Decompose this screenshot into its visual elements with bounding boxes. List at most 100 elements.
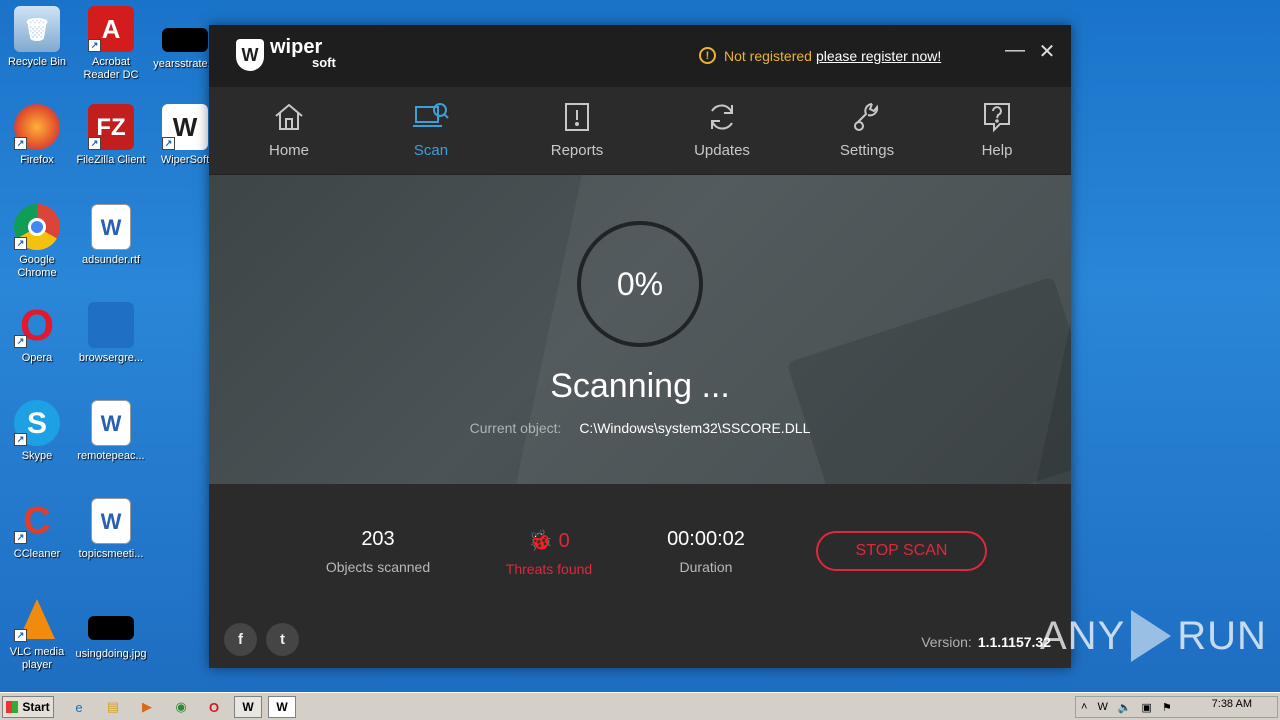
desktop-icon-label: Firefox bbox=[20, 154, 54, 166]
help-icon bbox=[984, 103, 1010, 133]
logo-shield-icon: W bbox=[236, 39, 264, 71]
desktop-icon-opera[interactable]: O ↗ Opera bbox=[0, 302, 74, 365]
desktop-icon-firefox[interactable]: ↗ Firefox bbox=[0, 104, 74, 167]
watermark-left: ANY bbox=[1040, 613, 1126, 658]
desktop-icon-topicsmeeti[interactable]: W topicsmeeti... bbox=[74, 498, 148, 561]
threats-found-value: 0 bbox=[558, 530, 570, 552]
media-player-icon[interactable]: ▶ bbox=[136, 697, 158, 717]
desktop-icon-label: FileZilla Client bbox=[76, 154, 146, 166]
windows-flag-icon bbox=[6, 701, 19, 713]
tab-scan[interactable]: Scan bbox=[361, 87, 501, 175]
tab-settings[interactable]: Settings bbox=[797, 87, 937, 175]
tab-help[interactable]: Help bbox=[927, 87, 1067, 175]
main-nav: Home Scan Reports Updates Settings Help bbox=[209, 87, 1071, 175]
desktop-icon-label: Recycle Bin bbox=[7, 56, 67, 68]
current-object-label: Current object: bbox=[469, 420, 562, 436]
version-label: Version: bbox=[921, 634, 972, 650]
opera-icon: O ↗ bbox=[14, 302, 60, 348]
registration-status: Not registered bbox=[724, 47, 812, 64]
stat-duration: 00:00:02 Duration bbox=[631, 528, 781, 575]
desktop-icon-ccleaner[interactable]: C ↗ CCleaner bbox=[0, 498, 74, 561]
desktop-icon-chrome[interactable]: ↗ Google Chrome bbox=[0, 204, 74, 280]
desktop-icon-remotepeac[interactable]: W remotepeac... bbox=[74, 400, 148, 463]
register-link[interactable]: please register now! bbox=[816, 48, 941, 64]
tray-volume-icon[interactable]: 🔈 bbox=[1118, 701, 1132, 714]
settings-icon bbox=[854, 103, 879, 131]
wipersoft-small-icon: W bbox=[276, 700, 288, 714]
current-object: Current object: C:\Windows\system32\SSCO… bbox=[209, 420, 1071, 436]
scan-stats: 203 Objects scanned 🐞 0 Threats found 00… bbox=[209, 484, 1071, 614]
tab-help-label: Help bbox=[981, 142, 1013, 159]
wipersoft-small-icon: W bbox=[242, 700, 254, 714]
home-icon bbox=[275, 103, 303, 130]
wipersoft-icon: W ↗ bbox=[162, 104, 208, 150]
desktop-icon-usingdoing[interactable]: usingdoing.jpg bbox=[74, 596, 148, 661]
desktop-icon-recycle-bin[interactable]: 🗑 Recycle Bin bbox=[0, 6, 74, 69]
desktop-icon-browsergre[interactable]: browsergre... bbox=[74, 302, 148, 365]
filezilla-icon: FZ ↗ bbox=[88, 104, 134, 150]
registration-notice: ! Not registered please register now! bbox=[699, 47, 941, 64]
close-button[interactable]: ✕ bbox=[1035, 39, 1059, 64]
logo-word: wiper bbox=[270, 36, 323, 58]
tray-network-icon[interactable]: ▣ bbox=[1142, 701, 1152, 714]
title-bar: W wiper soft ! Not registered please reg… bbox=[209, 25, 1071, 87]
word-document-icon: W bbox=[91, 498, 131, 544]
minimize-button[interactable]: — bbox=[1003, 39, 1027, 62]
desktop-icon-label: topicsmeeti... bbox=[78, 548, 144, 560]
image-file-icon bbox=[88, 616, 134, 640]
updates-icon bbox=[711, 104, 733, 130]
tray-wipersoft-icon[interactable]: W bbox=[1097, 701, 1107, 713]
opera-taskbar-icon[interactable]: O bbox=[203, 697, 225, 717]
desktop-icon-adsunder[interactable]: W adsunder.rtf bbox=[74, 204, 148, 267]
wipersoft-window: W wiper soft ! Not registered please reg… bbox=[209, 25, 1071, 668]
chrome-taskbar-icon[interactable]: ◉ bbox=[170, 697, 192, 717]
anyrun-watermark: ANY RUN bbox=[1040, 610, 1267, 662]
wipersoft-taskbar-button[interactable]: W bbox=[234, 696, 262, 718]
progress-ring: 0% bbox=[577, 221, 703, 347]
tray-flag-icon[interactable]: ⚑ bbox=[1162, 701, 1172, 714]
threats-found-label: Threats found bbox=[505, 561, 593, 577]
tab-updates-label: Updates bbox=[694, 142, 750, 159]
duration-label: Duration bbox=[679, 559, 733, 575]
app-logo: W wiper soft bbox=[236, 36, 336, 71]
reports-icon bbox=[565, 103, 589, 131]
watermark-right: RUN bbox=[1177, 613, 1267, 658]
word-document-icon: W bbox=[91, 204, 131, 250]
play-logo-icon bbox=[1131, 610, 1172, 662]
stop-scan-button[interactable]: STOP SCAN bbox=[816, 531, 987, 571]
desktop-icon-label: browsergre... bbox=[78, 352, 144, 364]
chrome-icon: ↗ bbox=[14, 204, 60, 250]
desktop-icon-acrobat[interactable]: A ↗ Acrobat Reader DC bbox=[74, 6, 148, 82]
desktop-icon-label: yearsstrate... bbox=[153, 58, 217, 70]
desktop-icon-vlc[interactable]: ↗ VLC media player bbox=[0, 596, 74, 672]
desktop-icon-label: adsunder.rtf bbox=[81, 254, 141, 266]
desktop-icon-label: Skype bbox=[21, 450, 53, 462]
folder-icon[interactable]: ▤ bbox=[102, 697, 124, 717]
ie-icon[interactable]: e bbox=[68, 697, 90, 717]
tab-settings-label: Settings bbox=[839, 142, 895, 159]
tray-expand-icon[interactable]: ˄ bbox=[1081, 701, 1087, 713]
desktop-icon-filezilla[interactable]: FZ ↗ FileZilla Client bbox=[74, 104, 148, 167]
tab-updates[interactable]: Updates bbox=[652, 87, 792, 175]
firefox-icon: ↗ bbox=[14, 104, 60, 150]
tab-home-label: Home bbox=[268, 142, 309, 159]
start-button[interactable]: Start bbox=[2, 696, 54, 718]
desktop-icon-skype[interactable]: S ↗ Skype bbox=[0, 400, 74, 463]
warning-icon: ! bbox=[699, 47, 716, 64]
tab-reports[interactable]: Reports bbox=[507, 87, 647, 175]
logo-sub: soft bbox=[312, 55, 336, 70]
tab-home[interactable]: Home bbox=[219, 87, 359, 175]
scan-status-title: Scanning ... bbox=[550, 367, 730, 405]
objects-scanned-label: Objects scanned bbox=[325, 559, 431, 575]
wipersoft-active-taskbar-button[interactable]: W bbox=[268, 696, 296, 718]
desktop-icon-label: remotepeac... bbox=[77, 450, 145, 462]
progress-percent: 0% bbox=[616, 265, 664, 302]
current-object-path: C:\Windows\system32\SSCORE.DLL bbox=[579, 420, 811, 436]
taskbar-clock[interactable]: 7:38 AM bbox=[1212, 698, 1252, 710]
bug-icon: 🐞 bbox=[528, 530, 554, 552]
facebook-icon[interactable]: f bbox=[224, 623, 257, 656]
desktop-icon-label: Acrobat Reader DC bbox=[83, 56, 139, 81]
twitter-icon[interactable]: t bbox=[266, 623, 299, 656]
vlc-icon: ↗ bbox=[14, 596, 60, 642]
start-label: Start bbox=[22, 700, 50, 714]
